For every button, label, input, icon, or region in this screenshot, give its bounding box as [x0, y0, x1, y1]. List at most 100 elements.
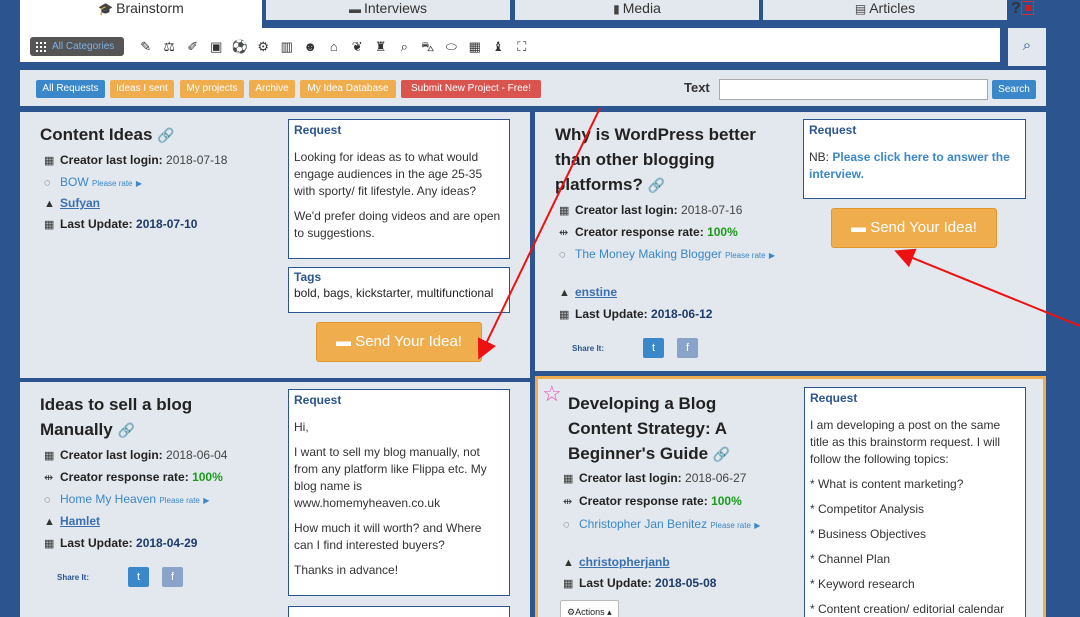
- archive-button[interactable]: Archive: [249, 80, 295, 98]
- help-button[interactable]: ?: [1011, 0, 1041, 22]
- link-icon: 🔗: [117, 422, 135, 438]
- request-box: Request Looking for ideas as to what wou…: [288, 119, 510, 259]
- brainstorm-card: Content Ideas 🔗 ▦ Creator last login: 201…: [20, 112, 530, 378]
- rss-icon: ◌: [559, 249, 566, 261]
- star-icon[interactable]: ☆: [542, 381, 562, 407]
- all-requests-button[interactable]: All Requests: [36, 80, 105, 98]
- send-idea-button[interactable]: ▬ Send Your Idea!: [831, 208, 997, 248]
- calendar-icon: ▦: [44, 538, 55, 550]
- card-title[interactable]: Developing a Blog Content Strategy: A Be…: [568, 391, 758, 467]
- play-icon: ▶: [135, 179, 142, 188]
- ideas-sent-button[interactable]: Ideas I sent: [110, 80, 174, 98]
- tags-box: [288, 606, 510, 617]
- leaf-icon[interactable]: ❦: [346, 36, 370, 58]
- twitter-share-button[interactable]: t: [643, 338, 664, 358]
- soccer-icon[interactable]: ⚽: [228, 36, 252, 58]
- facebook-share-button[interactable]: f: [162, 567, 183, 587]
- user-icon: ▲: [44, 198, 55, 210]
- last-update: ▦ Last Update: 2018-07-10: [44, 217, 198, 231]
- category-icons: ✎ ⚖ ✐ ▣ ⚽ ⚙ ▥ ☻ ⌂ ❦ ♜ ⌕ ⛍ ⬭ ▦ ♝ ⛶: [134, 36, 534, 58]
- calendar-icon: ▦: [563, 578, 574, 590]
- sliders-icon: ⇹: [44, 472, 54, 484]
- user-icon: ▲: [563, 557, 574, 569]
- tags-box: Tags bold, bags, kickstarter, multifunct…: [288, 267, 510, 313]
- eyedropper-icon[interactable]: ✐: [181, 36, 205, 58]
- calendar-icon: ▦: [44, 219, 55, 231]
- submit-project-button[interactable]: Submit New Project - Free!: [401, 80, 541, 98]
- facebook-share-button[interactable]: f: [677, 338, 698, 358]
- blog-link: ◌ The Money Making Blogger Please rate ▶: [559, 247, 776, 261]
- sliders-icon: ⇹: [563, 496, 573, 508]
- twitter-icon: t: [136, 571, 141, 583]
- idea-database-button[interactable]: My Idea Database: [300, 80, 396, 98]
- all-categories-button[interactable]: All Categories: [30, 37, 124, 56]
- brainstorm-card: Why is WordPress better than other blogg…: [535, 112, 1046, 371]
- video-icon: [1020, 1, 1034, 15]
- user-icon: ▲: [559, 287, 570, 299]
- facebook-icon: f: [685, 342, 690, 354]
- comment-icon: ▬: [851, 219, 867, 236]
- link-icon: 🔗: [712, 446, 731, 462]
- link-icon: 🔗: [647, 177, 666, 193]
- play-icon: ▶: [768, 251, 776, 260]
- blog-link: ◌ Home My Heaven Please rate ▶: [44, 492, 210, 506]
- graduation-cap-icon: 🎓: [98, 2, 114, 16]
- creator-login: ▦ Creator last login: 2018-06-04: [44, 448, 228, 462]
- calendar-icon: ▦: [559, 205, 570, 217]
- search-button[interactable]: Search: [992, 80, 1036, 99]
- actions-dropdown[interactable]: ⚙Actions ▴: [560, 600, 619, 617]
- response-rate: ⇹ Creator response rate: 100%: [559, 225, 738, 239]
- creator-user: ▲ enstine: [559, 285, 618, 299]
- book-icon[interactable]: ▥: [275, 36, 299, 58]
- request-box: Request Hi, I want to sell my blog manua…: [288, 389, 510, 596]
- my-projects-button[interactable]: My projects: [180, 80, 244, 98]
- football-icon[interactable]: ⬭: [440, 36, 464, 58]
- response-rate: ⇹ Creator response rate: 100%: [563, 494, 742, 508]
- featured-brainstorm-card: ☆ Developing a Blog Content Strategy: A …: [535, 376, 1046, 617]
- blog-link: ◌ Christopher Jan Benitez Please rate ▶: [563, 517, 761, 531]
- creator-user: ▲ Hamlet: [44, 514, 101, 528]
- gears-icon[interactable]: ⚙: [252, 36, 276, 58]
- calendar-icon: ▦: [559, 309, 570, 321]
- expand-icon[interactable]: ⛶: [510, 36, 534, 58]
- briefcase-icon[interactable]: ▦: [463, 36, 487, 58]
- calendar-icon: ▦: [563, 473, 574, 485]
- last-update: ▦ Last Update: 2018-06-12: [559, 307, 713, 321]
- card-title[interactable]: Ideas to sell a blog Manually 🔗: [40, 392, 260, 443]
- search-icon: ⌕: [1022, 37, 1032, 54]
- response-rate: ⇹ Creator response rate: 100%: [44, 470, 223, 484]
- card-title[interactable]: Content Ideas 🔗: [40, 122, 280, 148]
- text-search-input[interactable]: [719, 79, 988, 100]
- rss-icon: ◌: [44, 177, 51, 189]
- search-icon[interactable]: ⌕: [393, 36, 417, 58]
- send-idea-button[interactable]: ▬ Send Your Idea!: [316, 322, 482, 362]
- main-tabs: 🎓 Brainstorm ▬ Interviews ▮ Media ▤ Articles: [20, 0, 1060, 28]
- rss-icon: ◌: [563, 519, 570, 531]
- tv-icon[interactable]: ▣: [205, 36, 229, 58]
- card-title[interactable]: Why is WordPress better than other blogg…: [555, 122, 795, 198]
- calendar-icon: ▦: [44, 450, 55, 462]
- last-update: ▦ Last Update: 2018-05-08: [563, 576, 717, 590]
- tab-brainstorm[interactable]: 🎓 Brainstorm: [20, 0, 262, 28]
- hat-icon[interactable]: ♜: [369, 36, 393, 58]
- home-icon[interactable]: ⌂: [322, 36, 346, 58]
- twitter-share-button[interactable]: t: [128, 567, 149, 587]
- tab-articles[interactable]: ▤ Articles: [761, 0, 1009, 22]
- people-icon[interactable]: ☻: [299, 36, 323, 58]
- interview-link[interactable]: Please click here to answer the intervie…: [809, 150, 1010, 181]
- pencil-icon[interactable]: ✎: [134, 36, 158, 58]
- caret-up-icon: ▴: [607, 607, 612, 617]
- search-toggle-button[interactable]: ⌕: [1008, 28, 1046, 66]
- scales-icon[interactable]: ⚖: [158, 36, 182, 58]
- mortarboard-icon[interactable]: ♝: [487, 36, 511, 58]
- car-icon[interactable]: ⛍: [416, 36, 440, 58]
- tab-interviews[interactable]: ▬ Interviews: [264, 0, 512, 22]
- filter-bar: All Requests Ideas I sent My projects Ar…: [20, 70, 1046, 106]
- blog-link: ◌ BOW Please rate ▶: [44, 175, 142, 189]
- text-label: Text: [684, 80, 710, 95]
- creator-user: ▲ christopherjanb: [563, 555, 670, 569]
- sliders-icon: ⇹: [559, 227, 569, 239]
- share-label: Share It:: [572, 344, 605, 353]
- tab-media[interactable]: ▮ Media: [513, 0, 761, 22]
- request-box: Request I am developing a post on the sa…: [804, 387, 1026, 617]
